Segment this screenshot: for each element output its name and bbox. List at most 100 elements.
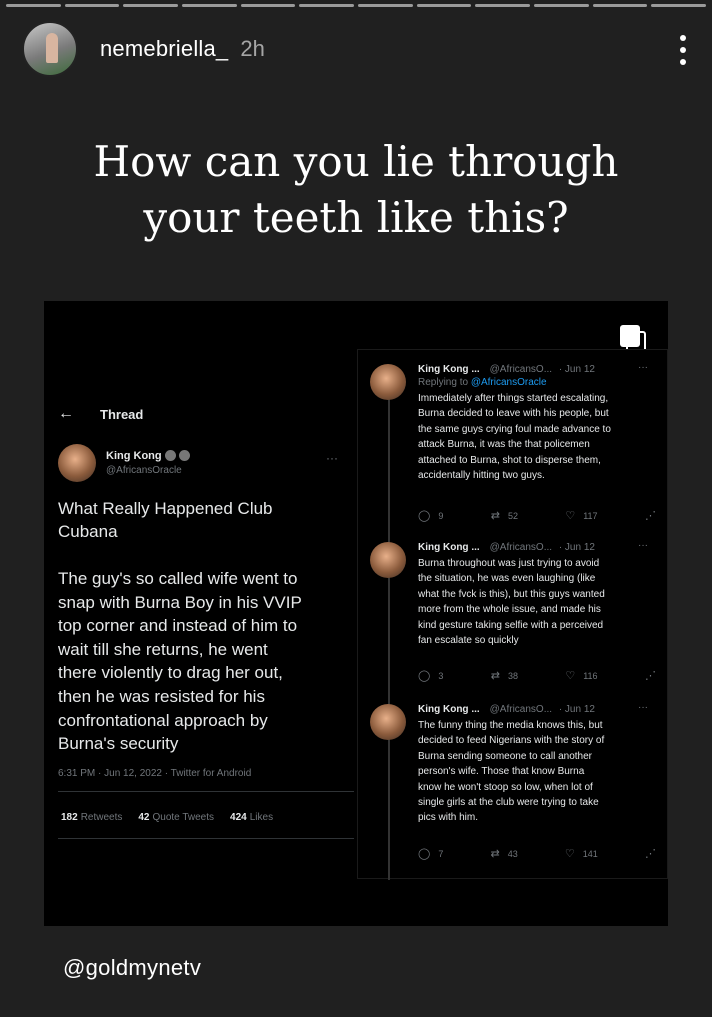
reply-header: King Kong ... @AfricansO... · Jun 12 — [418, 364, 595, 375]
retweet-icon: ⇄ — [490, 510, 500, 522]
share-icon: ⋰ — [644, 848, 656, 860]
tweet-meta: 6:31 PM · Jun 12, 2022 · Twitter for And… — [58, 768, 252, 779]
reply-count: 7 — [438, 848, 444, 859]
reply-actions: ◯ 9 ⇄ 52 ♡ 117 ⋰ — [418, 509, 656, 522]
like-count: 116 — [583, 670, 598, 681]
progress-segment — [6, 4, 61, 7]
reply-header: King Kong ... @AfricansO... · Jun 12 — [418, 704, 595, 715]
retweet-count: 38 — [507, 670, 518, 681]
thread-label: Thread — [100, 406, 144, 422]
reply-text-line: more from the whole issue, and made his — [418, 604, 601, 616]
reply-more-icon[interactable]: ··· — [638, 540, 648, 551]
reply-text-line: person's wife. Those that know Burna — [418, 766, 585, 778]
reply-text-line: kind gesture taking selfie with a percei… — [418, 619, 604, 631]
progress-segment — [534, 4, 589, 7]
reply-action[interactable]: ◯ 3 — [418, 669, 443, 682]
reply-avatar[interactable] — [370, 704, 406, 740]
progress-segment — [182, 4, 237, 7]
reply-icon: ◯ — [418, 670, 431, 682]
progress-segment — [416, 4, 472, 7]
story-caption: How can you lie through your teeth like … — [0, 134, 712, 246]
reply-action[interactable]: ◯ 7 — [418, 847, 443, 860]
reply-text-line: Burna sending someone to call another — [418, 750, 593, 762]
retweet-action[interactable]: ⇄ 52 — [491, 509, 518, 522]
caption-line: your teeth like this? — [143, 193, 569, 242]
thread-connector — [388, 390, 390, 880]
caption-line: How can you lie through — [93, 137, 619, 186]
reply-icon: ◯ — [418, 848, 431, 860]
mention-sticker[interactable]: @goldmynetv — [63, 955, 201, 981]
reply-icon: ◯ — [418, 510, 431, 522]
quote-tweets-stat[interactable]: 42 Quote Tweets — [138, 812, 214, 823]
reply-text-line: Burna throughout was just trying to avoi… — [418, 558, 600, 569]
like-action[interactable]: ♡ 117 — [565, 509, 597, 522]
thread-header: ← Thread — [58, 405, 143, 423]
progress-segment — [475, 4, 531, 7]
username[interactable]: nemebriella_ — [100, 36, 228, 62]
badge-icon — [164, 450, 176, 461]
back-arrow-icon[interactable]: ← — [58, 405, 74, 423]
progress-segment — [299, 4, 355, 7]
tweet-screenshot: ← Thread King Kong @AfricansOracle ··· W… — [44, 301, 668, 926]
like-action[interactable]: ♡ 116 — [565, 669, 597, 682]
tweet-body: The guy's so called wife went to snap wit… — [58, 567, 350, 756]
tweet-author-avatar[interactable] — [58, 444, 96, 482]
tweet-more-icon[interactable]: ··· — [326, 451, 338, 465]
story-header: nemebriella_ 2h — [22, 20, 692, 78]
tweet-body-line: confrontational approach by — [58, 710, 268, 730]
story-progress — [6, 4, 707, 7]
like-count: 117 — [583, 510, 598, 521]
tweet-body-line: there violently to drag her out, — [58, 663, 283, 683]
share-icon: ⋰ — [644, 510, 656, 522]
heart-icon: ♡ — [564, 848, 575, 860]
retweets-stat[interactable]: 182 Retweets — [61, 812, 122, 823]
reply-action[interactable]: ◯ 9 — [418, 509, 443, 522]
reply-actions: ◯ 3 ⇄ 38 ♡ 116 ⋰ — [418, 669, 656, 682]
progress-segment — [240, 4, 296, 7]
reply-more-icon[interactable]: ··· — [638, 362, 648, 373]
more-vertical-icon[interactable] — [680, 35, 686, 65]
reply-text-line: Immediately after things started escalat… — [418, 393, 609, 404]
tweet-body-line: The guy's so called wife went to — [58, 569, 298, 588]
reply-actions: ◯ 7 ⇄ 43 ♡ 141 ⋰ — [418, 847, 656, 860]
likes-stat[interactable]: 424 Likes — [230, 812, 273, 823]
reply-text-line: fan escalate so quickly — [418, 635, 519, 647]
reply-text-line: single girls at the club were trying to … — [418, 797, 599, 809]
share-action[interactable]: ⋰ — [645, 847, 656, 860]
tweet-title: What Really Happened Club Cubana — [58, 499, 273, 541]
reply-text-line: The funny thing the media knows this, bu… — [418, 720, 603, 731]
like-count: 141 — [582, 848, 598, 859]
reply-avatar[interactable] — [370, 542, 406, 578]
retweet-action[interactable]: ⇄ 43 — [491, 847, 518, 860]
tweet-body-line: then he was resisted for his — [58, 686, 265, 706]
tweet-body-line: wait till she returns, he went — [58, 639, 268, 659]
reply-text-line: accidentally hitting two guys. — [418, 470, 545, 482]
tweet-author-name[interactable]: King Kong — [106, 450, 190, 462]
retweet-count: 52 — [507, 510, 518, 521]
time-ago: 2h — [240, 36, 265, 61]
reply-text-line: attached to Burna, shot to disperse them… — [418, 454, 601, 466]
tweet-body-line: top corner and instead of him to — [58, 616, 298, 636]
reply-text-line: attack Burna, it was the that policemen — [418, 439, 590, 451]
replying-to: Replying to @AfricansOracle — [418, 377, 547, 388]
reply-header: King Kong ... @AfricansO... · Jun 12 — [418, 542, 595, 553]
reply-text: Burna throughout was just trying to avoi… — [418, 556, 658, 648]
main-tweet: ← Thread King Kong @AfricansOracle ··· W… — [44, 301, 354, 926]
reply-avatar[interactable] — [370, 364, 406, 400]
tweet-author-handle[interactable]: @AfricansOracle — [106, 465, 182, 476]
share-icon: ⋰ — [644, 670, 656, 682]
avatar[interactable] — [22, 21, 78, 77]
retweet-icon: ⇄ — [490, 670, 500, 682]
reply-text-line: decided to feed Nigerians with the story… — [418, 735, 605, 747]
reply-text-line: the situation, he was even laughing (lik… — [418, 573, 596, 585]
reply-count: 3 — [438, 670, 444, 681]
heart-icon: ♡ — [565, 510, 576, 522]
share-action[interactable]: ⋰ — [645, 509, 656, 522]
progress-segment — [358, 4, 413, 7]
retweet-count: 43 — [507, 848, 518, 859]
like-action[interactable]: ♡ 141 — [565, 847, 598, 860]
reply-more-icon[interactable]: ··· — [638, 702, 648, 713]
tweet-body-line: snap with Burna Boy in his VVIP — [58, 592, 302, 612]
share-action[interactable]: ⋰ — [645, 669, 656, 682]
retweet-action[interactable]: ⇄ 38 — [491, 669, 518, 682]
